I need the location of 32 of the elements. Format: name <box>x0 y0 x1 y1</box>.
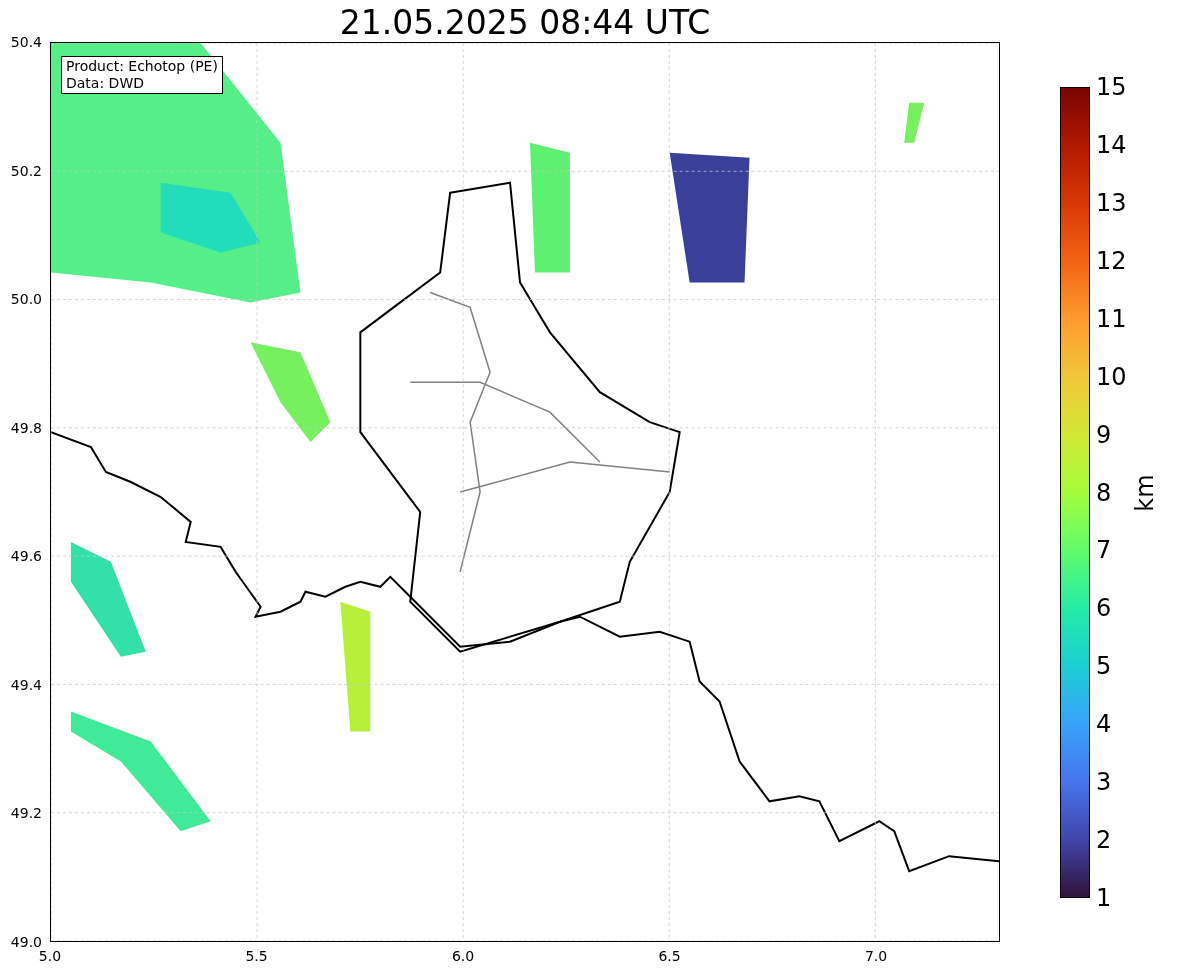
colorbar-tick-label: 9 <box>1096 421 1112 448</box>
colorbar-tick-label: 3 <box>1096 769 1112 796</box>
axis-tick-label: 50.4 <box>10 34 42 50</box>
axis-tick-label: 50.2 <box>10 162 42 179</box>
axis-tick-label: 49.2 <box>10 805 42 822</box>
axis-tick-label: 49.6 <box>10 548 42 565</box>
axis-tick-label: 5.5 <box>245 948 268 964</box>
chart-title: 21.05.2025 08:44 UTC <box>338 2 712 42</box>
colorbar-tick-label: 8 <box>1096 479 1112 506</box>
colorbar-tick-label: 7 <box>1096 537 1112 564</box>
axis-tick-label: 7.0 <box>864 948 888 964</box>
axis-tick-label: 50.0 <box>10 291 42 308</box>
axis-tick-label: 5.0 <box>38 948 62 964</box>
colorbar-tick-label: 12 <box>1096 247 1127 274</box>
legend-text: Product: Echotop (PE) <box>66 58 218 75</box>
colorbar-tick-label: 14 <box>1096 131 1127 158</box>
colorbar-tick-label: 5 <box>1096 653 1112 680</box>
colorbar-tick-label: 13 <box>1096 189 1127 216</box>
colorbar-tick-label: 15 <box>1096 74 1127 100</box>
axis-tick-label: 49.4 <box>10 676 42 693</box>
colorbar-tick-label: 1 <box>1096 885 1112 911</box>
axis-tick-label: 6.0 <box>451 948 475 964</box>
axis-tick-label: 49.8 <box>10 419 42 436</box>
colorbar-tick-label: 6 <box>1096 595 1112 622</box>
colorbar-label: km <box>1130 473 1159 512</box>
colorbar-tick-label: 4 <box>1096 711 1112 738</box>
colorbar-tick-label: 2 <box>1096 827 1112 854</box>
legend-text: Data: DWD <box>66 75 145 92</box>
axis-tick-label: 49.0 <box>10 934 42 950</box>
axis-tick-label: 6.5 <box>658 948 681 964</box>
colorbar-tick-label: 10 <box>1096 363 1127 390</box>
colorbar-tick-label: 11 <box>1096 305 1127 332</box>
